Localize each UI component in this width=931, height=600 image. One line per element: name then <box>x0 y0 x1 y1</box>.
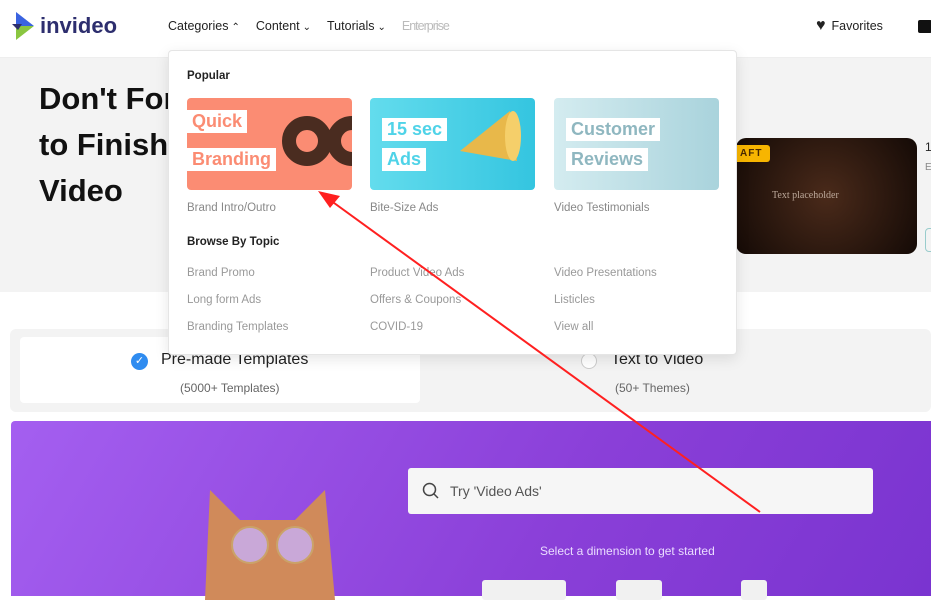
heart-icon: ♥ <box>816 17 826 34</box>
card-title: Quick <box>187 110 248 133</box>
popular-heading: Popular <box>187 70 230 82</box>
dimension-label: Select a dimension to get started <box>540 544 715 558</box>
card-title: 15 sec <box>382 118 448 141</box>
invideo-logo-icon <box>12 12 34 40</box>
categories-dropdown: Popular Quick Branding 15 sec Ads Custom… <box>168 50 737 355</box>
nav-label: Categories <box>168 19 229 33</box>
search-input[interactable]: Try 'Video Ads' <box>408 468 873 514</box>
dimension-option[interactable] <box>741 580 767 600</box>
card-title: Reviews <box>566 148 649 171</box>
chevron-up-icon: ⌃ <box>231 22 240 33</box>
card-15-sec-ads[interactable]: 15 sec Ads <box>370 98 535 190</box>
topic-link[interactable]: Long form Ads <box>187 294 261 306</box>
nav-tutorials[interactable]: Tutorials ⌄ <box>327 19 386 33</box>
logo[interactable]: invideo <box>12 12 117 40</box>
nav-label: Content <box>255 19 300 33</box>
topic-link[interactable]: Offers & Coupons <box>370 294 461 306</box>
topic-link[interactable]: Listicles <box>554 294 595 306</box>
chevron-down-icon: ⌄ <box>377 22 386 33</box>
dimension-option[interactable] <box>616 580 662 600</box>
side-button[interactable] <box>925 228 931 252</box>
card-title: Ads <box>382 148 427 171</box>
card-quick-branding[interactable]: Quick Branding <box>187 98 352 190</box>
card-title: Customer <box>566 118 661 141</box>
hero-title: Don't For to Finish Video <box>39 76 176 214</box>
hero-line: to Finish <box>39 127 169 162</box>
favorites-link[interactable]: ♥ Favorites <box>816 17 883 35</box>
view-all-link[interactable]: View all <box>554 321 593 333</box>
nav-content[interactable]: Content ⌄ <box>256 19 311 33</box>
nav-categories[interactable]: Categories ⌃ <box>168 19 240 33</box>
card-customer-reviews[interactable]: Customer Reviews <box>554 98 719 190</box>
radio-icon[interactable] <box>581 353 597 369</box>
chevron-down-icon: ⌄ <box>302 22 312 33</box>
side-sub: E <box>925 162 931 173</box>
donut-image <box>327 116 352 166</box>
hero-line: Video <box>39 173 123 208</box>
search-icon <box>422 482 439 499</box>
nav-enterprise[interactable]: Enterprise <box>402 19 450 33</box>
card-title: Branding <box>187 148 276 171</box>
topic-link[interactable]: Video Presentations <box>554 267 657 279</box>
donut-image <box>282 116 332 166</box>
card-caption[interactable]: Bite-Size Ads <box>370 202 438 214</box>
topic-link[interactable]: COVID-19 <box>370 321 423 333</box>
brand-name: invideo <box>40 13 118 38</box>
hero-line: Don't For <box>39 81 176 116</box>
topic-link[interactable]: Product Video Ads <box>370 267 464 279</box>
thumb-text: Text placeholder <box>772 190 839 201</box>
draft-badge: AFT <box>736 145 771 162</box>
megaphone-icon <box>460 111 521 161</box>
topic-heading: Browse By Topic <box>187 236 280 248</box>
topic-link[interactable]: Brand Promo <box>187 267 255 279</box>
check-icon[interactable]: ✓ <box>131 353 148 370</box>
topic-link[interactable]: Branding Templates <box>187 321 288 333</box>
folder-icon[interactable] <box>918 20 931 33</box>
dimension-option[interactable] <box>482 580 566 600</box>
side-title: 1 <box>925 140 931 154</box>
mode-sub: (50+ Themes) <box>615 381 690 395</box>
mode-sub: (5000+ Templates) <box>180 381 280 395</box>
search-placeholder: Try 'Video Ads' <box>450 483 542 499</box>
card-caption[interactable]: Video Testimonials <box>554 202 649 214</box>
nav-label: Tutorials <box>327 19 375 33</box>
template-thumbnail[interactable]: AFT Text placeholder <box>736 138 917 254</box>
card-caption[interactable]: Brand Intro/Outro <box>187 202 276 214</box>
favorites-label: Favorites <box>831 19 883 33</box>
cat-with-sunglasses-image <box>205 490 335 600</box>
